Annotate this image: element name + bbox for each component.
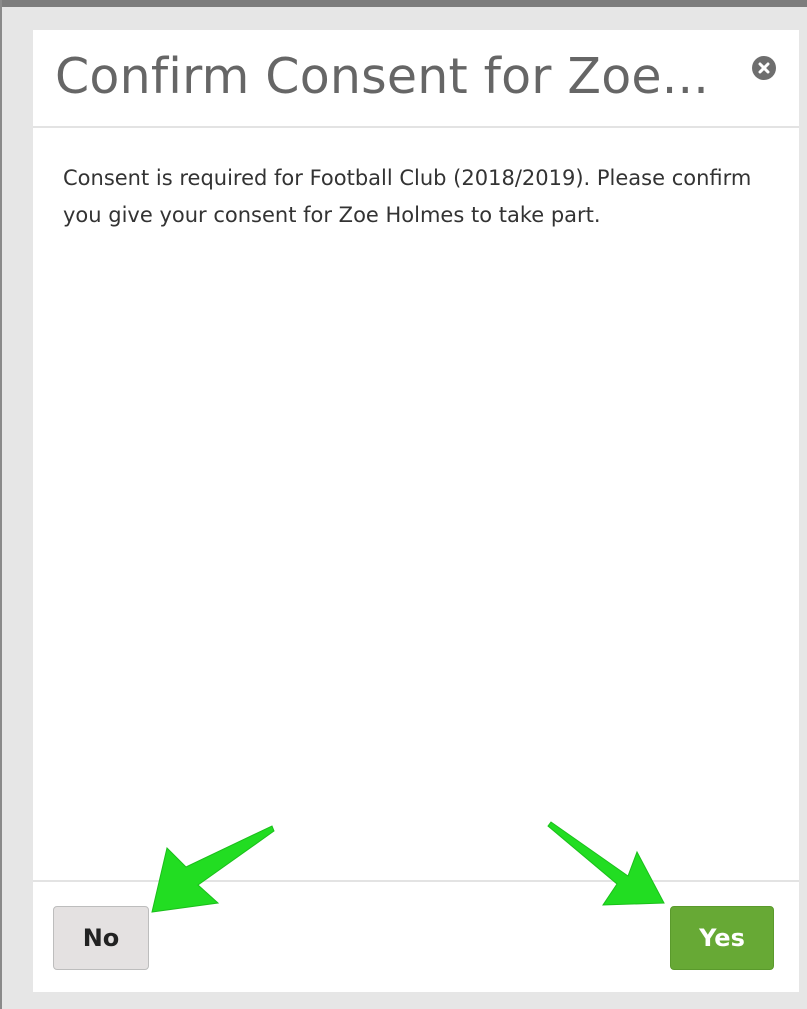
yes-button[interactable]: Yes [670, 906, 774, 970]
close-button[interactable] [752, 56, 776, 80]
consent-dialog: Confirm Consent for Zoe... Consent is re… [33, 30, 799, 992]
window-left-edge [0, 0, 2, 1009]
dialog-footer: No Yes [33, 880, 799, 994]
dialog-title: Confirm Consent for Zoe... [55, 48, 710, 105]
no-button[interactable]: No [53, 906, 149, 970]
window-top-edge [0, 0, 807, 7]
close-circle-icon [758, 62, 770, 74]
dialog-header: Confirm Consent for Zoe... [33, 30, 799, 128]
dialog-message: Consent is required for Football Club (2… [63, 166, 752, 227]
